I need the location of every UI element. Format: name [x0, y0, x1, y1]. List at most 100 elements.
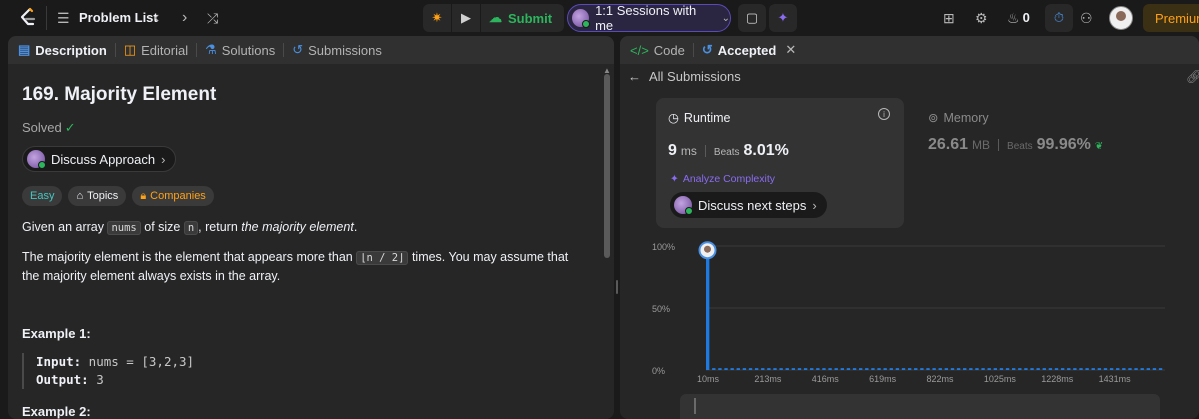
chart-bar: [810, 368, 814, 370]
cloud-upload-icon: ☁: [489, 10, 502, 25]
history-icon: ↺: [292, 42, 304, 57]
close-icon[interactable]: ✕: [785, 42, 796, 58]
chart-bar: [1152, 368, 1157, 370]
chart-bar: [797, 368, 802, 370]
discuss-next-steps-button[interactable]: Discuss next steps ›: [670, 192, 827, 218]
tab-solutions[interactable]: ⚗ Solutions: [205, 42, 275, 58]
chart-bar: [1116, 368, 1120, 370]
problem-list-link[interactable]: Problem List: [79, 10, 158, 25]
chart-bar: [1042, 368, 1046, 370]
sessions-button[interactable]: 1:1 Sessions with me ⌄: [567, 3, 731, 33]
bug-icon: ✷: [431, 10, 443, 25]
submit-label: Submit: [508, 10, 553, 26]
link-icon[interactable]: 🔗︎: [1186, 69, 1199, 85]
chart-bar: [1060, 368, 1065, 370]
prev-problem-icon[interactable]: ‹: [154, 9, 159, 27]
premium-button[interactable]: Premium: [1143, 4, 1199, 32]
code-preview[interactable]: [680, 394, 1160, 419]
list-icon[interactable]: ☰: [57, 9, 70, 27]
memory-card[interactable]: ⊚ Memory: [928, 110, 989, 126]
chart-bar: [981, 368, 985, 370]
sparkle-icon: ✦: [777, 10, 789, 25]
chart-bar: [883, 368, 887, 370]
timer-button[interactable]: ⏱: [1045, 4, 1073, 32]
runtime-beats: 8.01%: [743, 142, 789, 159]
chart-bar: [877, 368, 881, 370]
lock-icon: 🔒︎: [140, 189, 147, 202]
solved-status: Solved ✓: [22, 120, 76, 136]
debug-button[interactable]: ✷: [423, 4, 451, 32]
note-button[interactable]: ▢: [738, 4, 766, 32]
chart-bar: [1048, 368, 1053, 370]
tab-submissions[interactable]: ↺ Submissions: [292, 42, 382, 58]
tab-label: Editorial: [141, 42, 189, 58]
chart-bar: [816, 368, 820, 370]
leaf-icon: ❦: [1094, 141, 1104, 152]
chart-bar: [1012, 368, 1016, 370]
chart-bar: [754, 368, 759, 370]
scrollbar-thumb[interactable]: [604, 74, 610, 258]
arrow-left-icon: ←: [628, 69, 641, 84]
run-button[interactable]: ▶: [452, 4, 480, 32]
tab-editorial[interactable]: ◫ Editorial: [124, 42, 188, 58]
user-marker-face: [704, 245, 711, 253]
divider: [46, 6, 47, 30]
history-icon: ↺: [701, 42, 713, 57]
runtime-unit: ms: [680, 144, 697, 158]
runtime-value: 9: [668, 142, 677, 159]
discuss-approach-button[interactable]: Discuss Approach ›: [22, 146, 177, 172]
info-icon[interactable]: i: [878, 108, 890, 120]
chart-bar: [1054, 368, 1059, 370]
tab-label: Solutions: [221, 42, 276, 58]
next-problem-icon[interactable]: ›: [182, 9, 187, 27]
tab-code[interactable]: </> Code: [630, 43, 685, 58]
add-user-icon[interactable]: ⚇: [1080, 9, 1093, 27]
chart-bar: [828, 368, 832, 370]
all-submissions-link[interactable]: ← All Submissions: [628, 69, 741, 84]
ai-button[interactable]: ✦: [769, 4, 797, 32]
text: The majority element is the element that…: [22, 250, 357, 264]
example-output: Output: 3: [36, 371, 542, 389]
leetcode-logo-icon[interactable]: [18, 7, 38, 29]
chart-bar: [730, 368, 734, 370]
chart-bar: [920, 368, 924, 370]
chart-bar: [1091, 368, 1095, 370]
chart-bar: [944, 368, 949, 370]
chevron-right-icon: ›: [812, 197, 817, 213]
layout-icon[interactable]: ⊞: [943, 9, 955, 27]
x-tick-label: 822ms: [927, 374, 955, 384]
chart-bar: [846, 368, 851, 370]
tab-accepted[interactable]: ↺ Accepted ✕: [702, 42, 796, 58]
chart-bar: [1103, 368, 1108, 370]
gear-icon[interactable]: ⚙: [975, 9, 988, 27]
sessions-label: 1:1 Sessions with me: [595, 3, 697, 33]
analyze-label: Analyze Complexity: [682, 173, 776, 185]
chart-bar: [895, 368, 900, 370]
streak-counter[interactable]: ♨ 0: [1007, 9, 1030, 27]
submit-button[interactable]: ☁ Submit: [481, 4, 564, 32]
chart-bar: [779, 368, 783, 370]
tab-description[interactable]: ▤ Description: [18, 42, 107, 58]
inline-code: nums: [107, 221, 141, 235]
chart-bar: [1024, 368, 1028, 370]
chart-bar: [987, 368, 991, 370]
runtime-distribution-chart[interactable]: 100% 50% 0% 10ms 213ms 416ms 619ms 822ms 1025ms 1…: [650, 236, 1170, 386]
chart-svg: 100% 50% 0% 10ms 213ms 416ms 619ms 822ms 1025ms 1…: [652, 241, 1165, 384]
companies-label: Companies: [150, 190, 206, 202]
chart-bar: [822, 368, 826, 370]
shuffle-icon[interactable]: ⤮: [207, 9, 218, 27]
flame-icon: ♨: [1007, 10, 1020, 26]
companies-tag[interactable]: 🔒︎ Companies: [132, 186, 214, 206]
chart-bar: [1085, 368, 1089, 370]
user-avatar[interactable]: [1109, 6, 1133, 30]
topics-tag[interactable]: ⌂ Topics: [68, 186, 127, 206]
memory-beats: 99.96%: [1036, 136, 1091, 153]
discuss-next-label: Discuss next steps: [698, 197, 807, 213]
chart-bar: [1073, 368, 1077, 370]
chart-bar: [859, 368, 863, 370]
chart-bar: [773, 368, 777, 370]
runtime-card[interactable]: ◷ Runtime i 9 ms Beats 8.01% ✦ Analyze C…: [656, 98, 904, 228]
memory-label: Memory: [943, 110, 989, 125]
analyze-complexity-link[interactable]: ✦ Analyze Complexity: [670, 173, 775, 185]
tab-label: Submissions: [308, 42, 382, 58]
